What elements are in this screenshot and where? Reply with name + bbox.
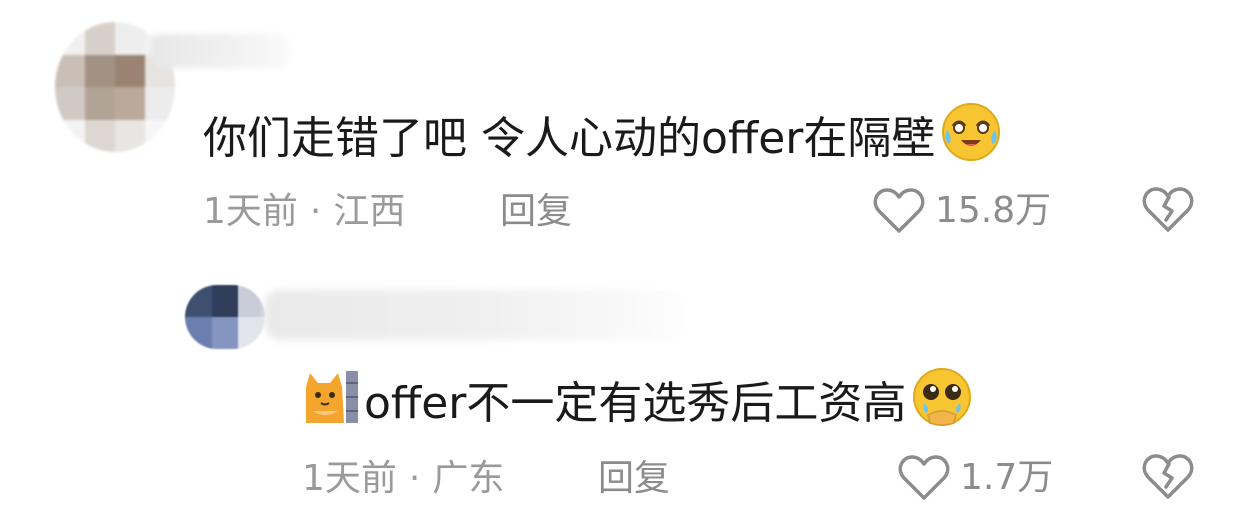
reply-avatar[interactable] — [185, 285, 265, 349]
like-button[interactable]: 15.8万 — [873, 187, 1051, 235]
dislike-button[interactable] — [1142, 186, 1194, 238]
reply-username-redacted[interactable] — [265, 290, 685, 340]
meta-separator: · — [309, 191, 322, 232]
meta-separator: · — [408, 458, 421, 499]
reply-button[interactable]: 回复 — [500, 190, 572, 234]
like-count: 15.8万 — [935, 190, 1052, 231]
like-count: 1.7万 — [960, 457, 1054, 498]
reply-body: offer不一定有选秀后工资高 — [302, 365, 974, 443]
cat-peeking-emoji-icon — [302, 367, 360, 441]
comment-text: 你们走错了吧 令人心动的offer在隔壁 — [203, 113, 936, 164]
username-redacted[interactable] — [150, 34, 290, 68]
pleading-tearful-emoji-icon — [910, 365, 974, 443]
reply-meta: 1天前 · 广东 — [302, 457, 504, 501]
comment-meta: 1天前 · 江西 — [203, 190, 405, 234]
timestamp: 1天前 — [203, 191, 298, 232]
timestamp: 1天前 — [302, 458, 397, 499]
dislike-button[interactable] — [1142, 453, 1194, 505]
comment-body: 你们走错了吧 令人心动的offer在隔壁 — [203, 100, 1003, 178]
location: 广东 — [432, 458, 505, 499]
heart-outline-icon — [898, 455, 950, 500]
like-button[interactable]: 1.7万 — [898, 454, 1053, 502]
broken-heart-icon — [1142, 454, 1194, 499]
broken-heart-icon — [1142, 187, 1194, 232]
reply-button[interactable]: 回复 — [598, 457, 670, 501]
heart-outline-icon — [873, 188, 925, 233]
reply-text: offer不一定有选秀后工资高 — [364, 378, 907, 429]
crying-laughing-emoji-icon — [939, 100, 1003, 178]
location: 江西 — [333, 191, 406, 232]
